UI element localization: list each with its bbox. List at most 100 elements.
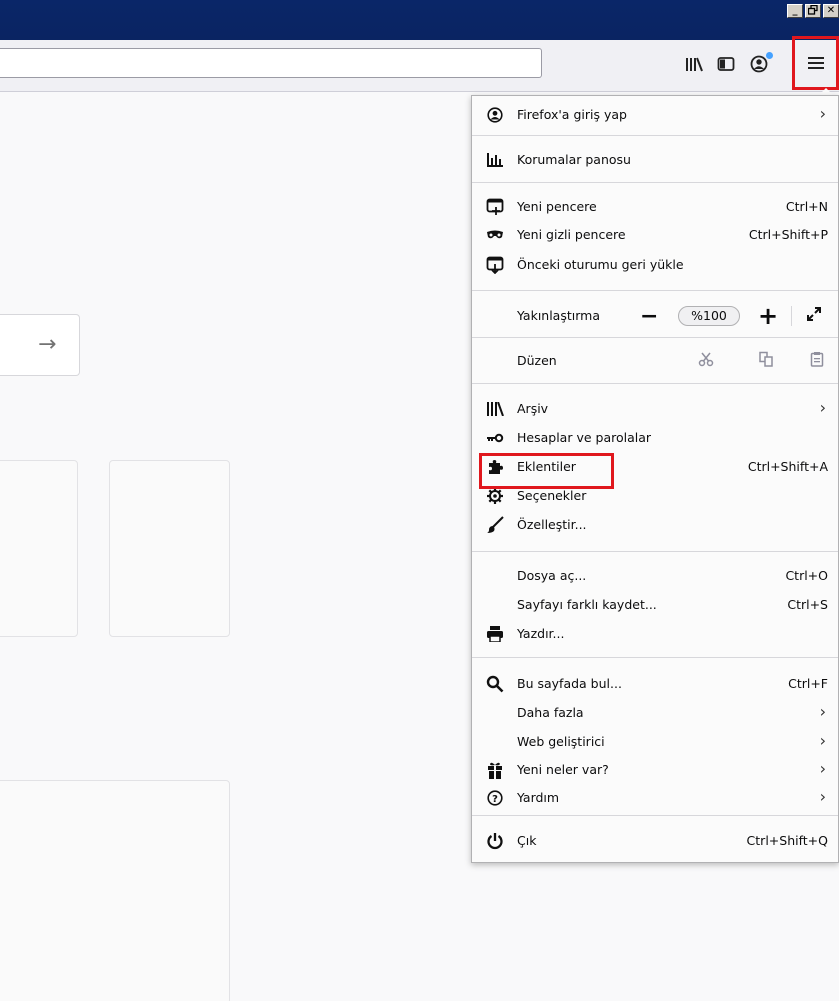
menu-item-label: Dosya aç... xyxy=(517,568,587,583)
navigation-toolbar xyxy=(0,40,839,92)
menu-separator xyxy=(472,182,838,183)
menu-item-more[interactable]: Daha fazla › xyxy=(472,699,838,727)
shortcut: Ctrl+O xyxy=(785,568,828,583)
menu-separator xyxy=(472,135,838,136)
window-titlebar: _ ✕ xyxy=(0,0,839,40)
shortcut: Ctrl+Shift+Q xyxy=(746,833,828,848)
paintbrush-icon xyxy=(485,516,505,534)
zoom-divider xyxy=(791,306,792,326)
menu-item-sign-in[interactable]: Firefox'a giriş yap › xyxy=(472,101,838,129)
zoom-out-button[interactable]: − xyxy=(640,304,658,329)
shortcut: Ctrl+N xyxy=(785,199,828,214)
restore-icon xyxy=(807,4,818,15)
zoom-in-button[interactable]: + xyxy=(758,302,778,330)
chevron-right-icon: › xyxy=(819,702,826,721)
menu-item-label: Önceki oturumu geri yükle xyxy=(517,257,684,272)
menu-item-edit: Düzen xyxy=(472,347,838,375)
svg-text:?: ? xyxy=(492,794,498,805)
menu-item-label: Bu sayfada bul... xyxy=(517,676,622,691)
copy-icon[interactable] xyxy=(758,351,774,370)
menu-separator xyxy=(472,383,838,384)
sidebar-icon[interactable] xyxy=(712,50,740,78)
library-icon[interactable] xyxy=(680,50,708,78)
close-button[interactable]: ✕ xyxy=(823,4,839,18)
top-site-tile[interactable] xyxy=(0,460,78,637)
menu-item-library[interactable]: Arşiv › xyxy=(472,395,838,423)
menu-item-label: Daha fazla xyxy=(517,705,584,720)
edit-label: Düzen xyxy=(517,353,557,368)
open-menu-button[interactable] xyxy=(792,36,839,90)
menu-item-print[interactable]: Yazdır... xyxy=(472,620,838,648)
shortcut: Ctrl+Shift+P xyxy=(748,227,828,242)
account-icon xyxy=(485,106,505,124)
paste-icon[interactable] xyxy=(810,351,824,370)
url-bar[interactable] xyxy=(0,48,542,78)
gift-icon xyxy=(485,761,505,779)
menu-item-private-window[interactable]: Yeni gizli pencere Ctrl+Shift+P xyxy=(472,221,838,249)
menu-item-help[interactable]: ? Yardım › xyxy=(472,784,838,812)
menu-item-protections[interactable]: Korumalar panosu xyxy=(472,146,838,174)
search-box[interactable]: → xyxy=(0,314,80,376)
help-icon: ? xyxy=(485,789,505,807)
printer-icon xyxy=(485,625,505,643)
menu-item-label: Yeni pencere xyxy=(517,199,597,214)
cut-icon[interactable] xyxy=(698,351,714,371)
menu-separator xyxy=(472,290,838,291)
arrow-right-icon[interactable]: → xyxy=(38,332,56,357)
library-icon xyxy=(485,400,505,418)
menu-item-label: Çık xyxy=(517,833,537,848)
menu-item-label: Seçenekler xyxy=(517,488,587,503)
chevron-right-icon: › xyxy=(819,759,826,778)
new-window-icon xyxy=(485,198,505,216)
menu-item-label: Yeni gizli pencere xyxy=(517,227,626,242)
menu-separator xyxy=(472,815,838,816)
menu-item-web-developer[interactable]: Web geliştirici › xyxy=(472,728,838,756)
chevron-right-icon: › xyxy=(819,731,826,750)
gear-icon xyxy=(485,487,505,505)
highlight-card[interactable] xyxy=(0,780,230,1001)
menu-item-open-file[interactable]: Dosya aç... Ctrl+O xyxy=(472,562,838,590)
menu-item-new-window[interactable]: Yeni pencere Ctrl+N xyxy=(472,193,838,221)
menu-item-restore-session[interactable]: Önceki oturumu geri yükle xyxy=(472,251,838,279)
chevron-right-icon: › xyxy=(819,104,826,123)
menu-item-quit[interactable]: Çık Ctrl+Shift+Q xyxy=(472,827,838,855)
menu-item-label: Hesaplar ve parolalar xyxy=(517,430,652,445)
menu-separator xyxy=(472,337,838,338)
menu-item-label: Sayfayı farklı kaydet... xyxy=(517,597,657,612)
zoom-label: Yakınlaştırma xyxy=(517,308,600,323)
menu-item-customize[interactable]: Özelleştir... xyxy=(472,511,838,539)
top-site-tile[interactable] xyxy=(109,460,230,637)
options-highlight-box xyxy=(479,453,614,489)
menu-item-logins[interactable]: Hesaplar ve parolalar xyxy=(472,424,838,452)
chevron-right-icon: › xyxy=(819,398,826,417)
menu-item-label: Arşiv xyxy=(517,401,549,416)
hamburger-menu-icon xyxy=(807,57,824,69)
account-icon[interactable] xyxy=(745,50,773,78)
shortcut: Ctrl+F xyxy=(788,676,828,691)
menu-item-label: Korumalar panosu xyxy=(517,152,631,167)
menu-item-label: Firefox'a giriş yap xyxy=(517,107,627,122)
menu-item-label: Web geliştirici xyxy=(517,734,605,749)
notification-dot xyxy=(766,52,773,59)
restore-session-icon xyxy=(485,256,505,274)
menu-separator xyxy=(472,657,838,658)
restore-button[interactable] xyxy=(805,4,821,18)
menu-item-zoom: Yakınlaştırma − %100 + xyxy=(472,302,838,330)
fullscreen-icon[interactable] xyxy=(806,306,822,325)
key-icon xyxy=(485,429,505,447)
bar-chart-icon xyxy=(485,151,505,169)
chevron-right-icon: › xyxy=(819,787,826,806)
minimize-button[interactable]: _ xyxy=(787,4,803,18)
shortcut: Ctrl+Shift+A xyxy=(747,459,828,474)
power-icon xyxy=(485,832,505,850)
private-mask-icon xyxy=(485,226,505,244)
zoom-reset-button[interactable]: %100 xyxy=(678,306,740,326)
menu-item-label: Yazdır... xyxy=(517,626,565,641)
menu-item-save-page[interactable]: Sayfayı farklı kaydet... Ctrl+S xyxy=(472,591,838,619)
menu-item-find[interactable]: Bu sayfada bul... Ctrl+F xyxy=(472,670,838,698)
window-controls: _ ✕ xyxy=(787,4,839,18)
search-icon xyxy=(485,675,505,693)
menu-item-whats-new[interactable]: Yeni neler var? › xyxy=(472,756,838,784)
menu-item-label: Yeni neler var? xyxy=(517,762,609,777)
menu-item-label: Yardım xyxy=(517,790,560,805)
